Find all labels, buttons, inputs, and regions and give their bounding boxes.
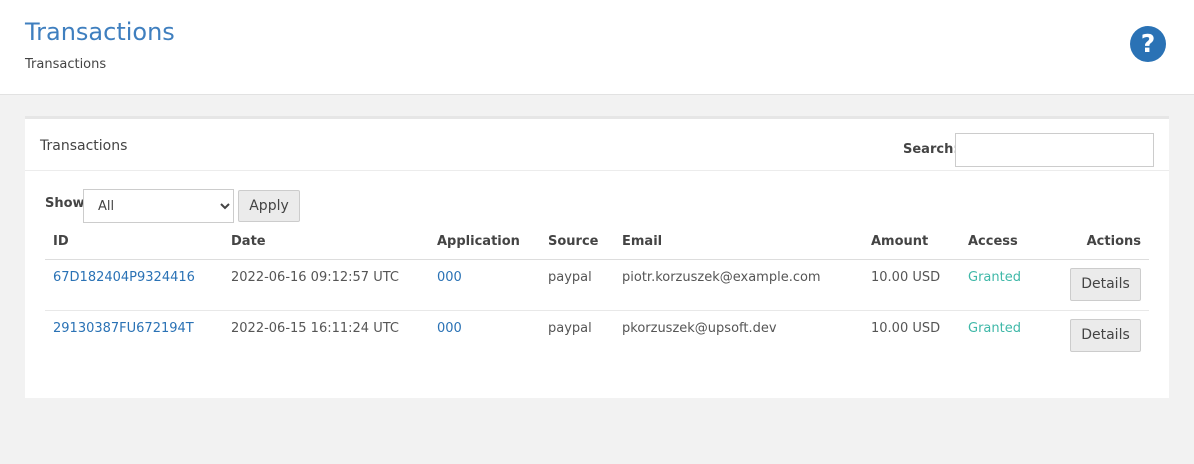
- column-header-email[interactable]: Email: [614, 224, 863, 260]
- column-header-id[interactable]: ID: [45, 224, 223, 260]
- column-header-amount[interactable]: Amount: [863, 224, 960, 260]
- transaction-source: paypal: [548, 320, 592, 336]
- panel-header: Transactions Search:: [25, 119, 1169, 171]
- breadcrumb: Transactions: [25, 57, 107, 72]
- show-filter-select[interactable]: All: [83, 189, 234, 223]
- transaction-date: 2022-06-15 16:11:24 UTC: [231, 320, 399, 336]
- question-circle-icon[interactable]: ?: [1130, 26, 1166, 62]
- page-header: Transactions Transactions ?: [0, 0, 1194, 95]
- transactions-panel: Transactions Search: Show All Apply ID D…: [25, 116, 1169, 398]
- table-row: 29130387FU672194T 2022-06-15 16:11:24 UT…: [45, 310, 1149, 361]
- transaction-email: piotr.korzuszek@example.com: [614, 259, 863, 311]
- transaction-source: paypal: [540, 259, 614, 311]
- transaction-email: pkorzuszek@upsoft.dev: [622, 320, 777, 336]
- table-header-row: ID Date Application Source Email Amount …: [45, 224, 1149, 260]
- show-label: Show: [45, 196, 85, 211]
- search-input[interactable]: [955, 133, 1154, 167]
- apply-button[interactable]: Apply: [238, 190, 300, 222]
- search-label: Search:: [903, 142, 959, 157]
- transaction-id-link[interactable]: 29130387FU672194T: [53, 321, 194, 336]
- access-status: Granted: [968, 320, 1021, 336]
- table-row: 67D182404P9324416 2022-06-16 09:12:57 UT…: [45, 259, 1149, 311]
- application-link[interactable]: 000: [437, 321, 462, 336]
- transaction-amount: 10.00 USD: [871, 320, 941, 336]
- column-header-date[interactable]: Date: [223, 224, 429, 260]
- column-header-source[interactable]: Source: [540, 224, 614, 260]
- page-title: Transactions: [25, 18, 175, 46]
- column-header-access[interactable]: Access: [960, 224, 1040, 260]
- details-button[interactable]: Details: [1070, 318, 1141, 352]
- panel-title: Transactions: [40, 138, 128, 154]
- transactions-table: ID Date Application Source Email Amount …: [45, 224, 1149, 361]
- application-link[interactable]: 000: [437, 270, 462, 285]
- transaction-id-link[interactable]: 67D182404P9324416: [53, 270, 195, 285]
- column-header-application[interactable]: Application: [429, 224, 540, 260]
- transaction-date: 2022-06-16 09:12:57 UTC: [223, 259, 429, 311]
- access-status: Granted: [968, 269, 1021, 285]
- transaction-amount: 10.00 USD: [863, 259, 960, 311]
- column-header-actions: Actions: [1040, 224, 1149, 260]
- details-button[interactable]: Details: [1070, 267, 1141, 301]
